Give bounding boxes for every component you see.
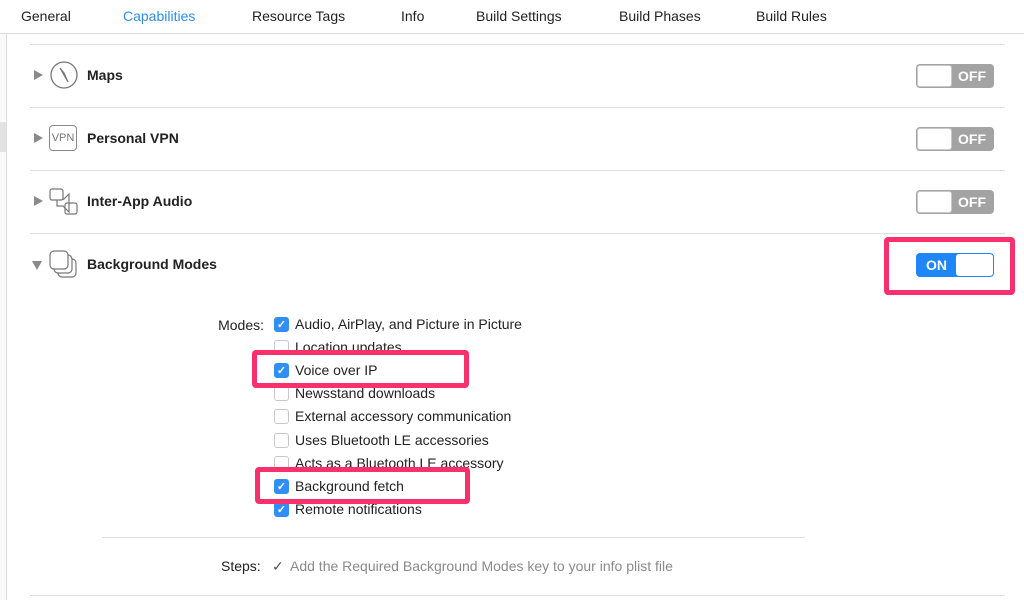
highlight-box-toggle	[884, 237, 1015, 295]
checkbox[interactable]	[274, 432, 289, 448]
divider	[30, 233, 1005, 234]
highlight-box-background-fetch	[255, 467, 470, 504]
capability-name: Maps	[87, 67, 123, 83]
disclosure-triangle-icon[interactable]	[32, 261, 42, 270]
capability-toggle[interactable]: OFF	[916, 190, 994, 214]
tab-build-rules[interactable]: Build Rules	[756, 8, 827, 24]
steps-text: Add the Required Background Modes key to…	[290, 558, 673, 574]
tab-bar: General Capabilities Resource Tags Info …	[0, 0, 1024, 34]
steps-label: Steps:	[221, 558, 261, 574]
capability-row-background-modes: Background Modes ON	[30, 245, 1005, 285]
checkbox[interactable]: ✓	[274, 317, 289, 332]
divider	[30, 595, 1005, 596]
tab-capabilities[interactable]: Capabilities	[123, 8, 195, 24]
checkbox[interactable]	[274, 386, 289, 402]
background-modes-icon	[49, 250, 77, 278]
disclosure-triangle-icon[interactable]	[34, 133, 43, 143]
tab-build-settings[interactable]: Build Settings	[476, 8, 562, 24]
divider	[30, 170, 1005, 171]
disclosure-triangle-icon[interactable]	[34, 70, 43, 80]
tab-build-phases[interactable]: Build Phases	[619, 8, 701, 24]
tab-resource-tags[interactable]: Resource Tags	[252, 8, 345, 24]
capability-row-maps: Maps OFF	[30, 56, 1005, 96]
mode-label: External accessory communication	[295, 408, 512, 425]
checkmark-icon: ✓	[272, 558, 284, 574]
capability-row-inter-app-audio: Inter-App Audio OFF	[30, 182, 1005, 222]
tab-info[interactable]: Info	[401, 8, 424, 24]
compass-icon	[50, 61, 78, 89]
vpn-icon: VPN	[49, 125, 77, 151]
capability-name: Personal VPN	[87, 130, 179, 146]
mode-label: Uses Bluetooth LE accessories	[295, 431, 489, 448]
toggle-state: OFF	[958, 194, 986, 210]
capability-name: Inter-App Audio	[87, 193, 193, 209]
toggle-state: OFF	[958, 131, 986, 147]
toggle-state: OFF	[958, 68, 986, 84]
checkbox[interactable]: ✓	[274, 501, 289, 517]
mode-label: Audio, AirPlay, and Picture in Picture	[295, 316, 522, 332]
capability-row-personal-vpn: VPN Personal VPN OFF	[30, 119, 1005, 159]
divider	[30, 107, 1005, 108]
inter-app-audio-icon	[49, 188, 78, 215]
divider	[30, 44, 1005, 45]
divider	[102, 537, 805, 538]
tab-general[interactable]: General	[21, 8, 71, 24]
capability-toggle[interactable]: OFF	[916, 64, 994, 88]
sidebar	[0, 34, 7, 600]
sidebar-selection[interactable]	[0, 122, 6, 152]
modes-label: Modes:	[218, 317, 264, 333]
checkbox[interactable]	[274, 409, 289, 425]
disclosure-triangle-icon[interactable]	[34, 196, 43, 206]
highlight-box-voip	[252, 350, 469, 388]
capability-name: Background Modes	[87, 256, 217, 272]
capability-toggle[interactable]: OFF	[916, 127, 994, 151]
